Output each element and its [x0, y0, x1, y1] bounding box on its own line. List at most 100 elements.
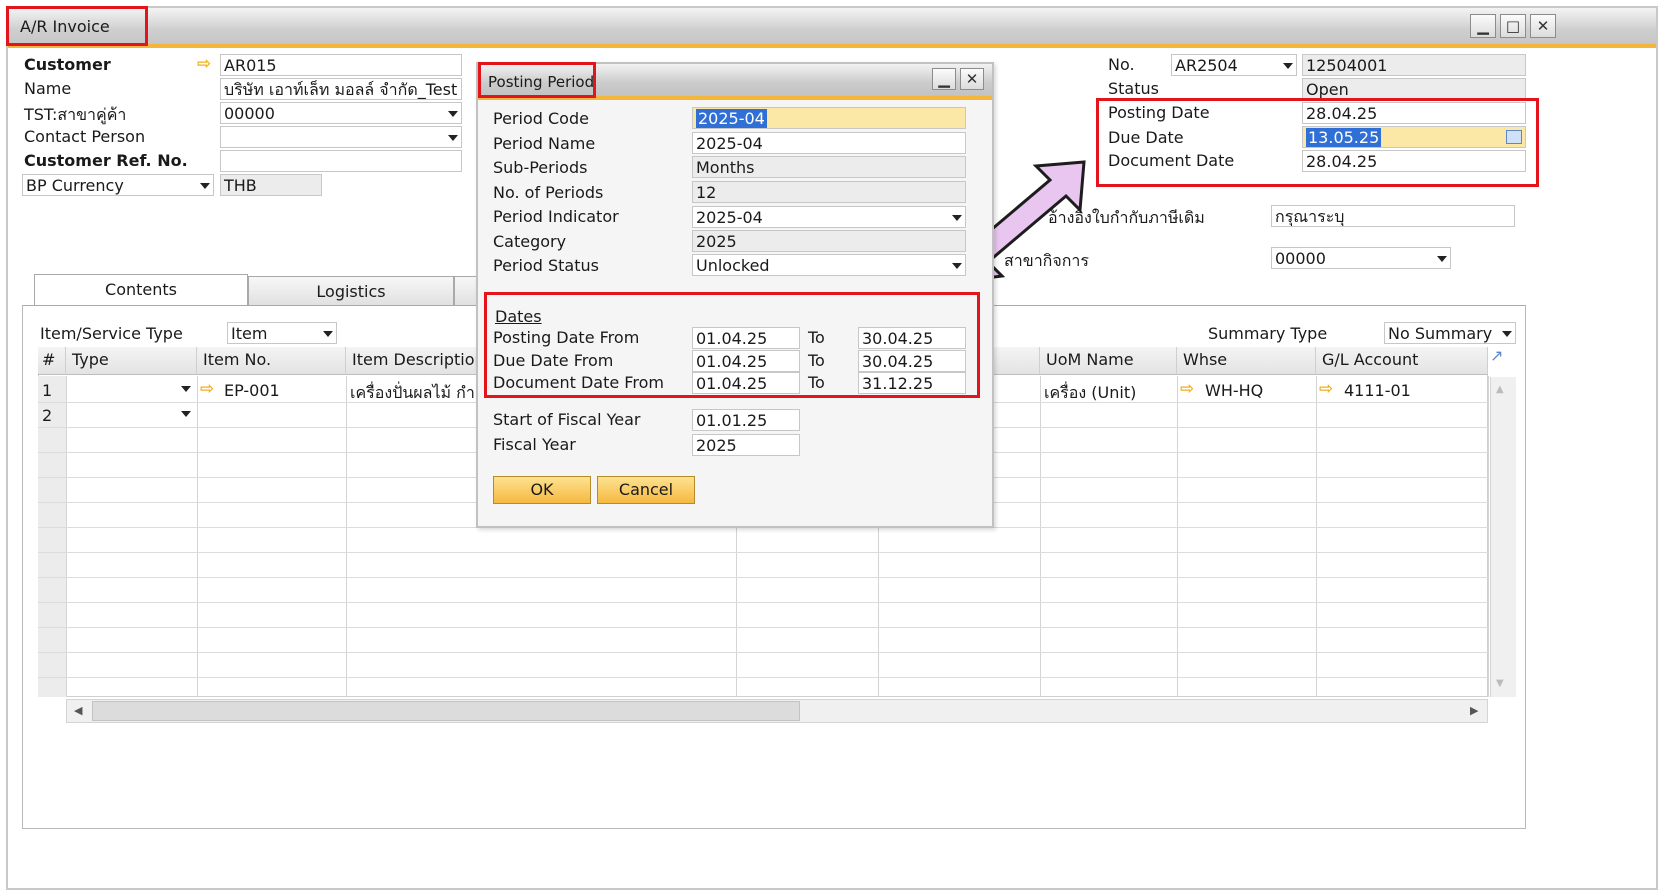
dialog-close-button[interactable]: ✕ — [960, 68, 984, 90]
row-uom[interactable]: เครื่อง (Unit) — [1044, 381, 1176, 406]
grid-divider — [1177, 376, 1178, 697]
series-value: AR2504 — [1175, 56, 1238, 75]
contact-person-label: Contact Person — [24, 127, 146, 146]
chevron-down-icon — [1502, 331, 1512, 337]
highlight-dates-section — [484, 292, 980, 398]
period-code-field[interactable]: 2025-04 — [692, 107, 966, 129]
fiscal-year-label: Fiscal Year — [493, 435, 576, 454]
col-header-gl-account[interactable]: G/L Account — [1316, 347, 1488, 375]
grid-divider — [346, 376, 347, 697]
col-header-whse[interactable]: Whse — [1177, 347, 1316, 375]
biz-branch-value: 00000 — [1275, 249, 1326, 268]
scroll-left-icon[interactable]: ◀ — [74, 704, 82, 717]
minimize-button[interactable]: ▁ — [1470, 14, 1496, 38]
no-label: No. — [1108, 55, 1135, 74]
highlight-window-title — [6, 6, 148, 46]
name-label: Name — [24, 79, 72, 98]
contact-person-select[interactable] — [220, 126, 462, 148]
fiscal-year-field[interactable]: 2025 — [692, 434, 800, 456]
status-field: Open — [1302, 78, 1526, 100]
fiscal-start-label: Start of Fiscal Year — [493, 410, 641, 429]
series-select[interactable]: AR2504 — [1171, 54, 1297, 76]
grid-row-line — [38, 602, 1488, 603]
chevron-down-icon[interactable] — [181, 386, 191, 392]
summary-type-value: No Summary — [1388, 324, 1493, 343]
maximize-button[interactable]: □ — [1500, 14, 1526, 38]
customer-label: Customer — [24, 55, 111, 74]
status-label: Status — [1108, 79, 1159, 98]
link-arrow-icon[interactable]: ⇨ — [1180, 379, 1194, 399]
row-number: 1 — [42, 381, 53, 400]
period-indicator-select[interactable]: 2025-04 — [692, 206, 966, 228]
customer-ref-label: Customer Ref. No. — [24, 151, 188, 170]
chevron-down-icon — [448, 111, 458, 117]
grid-row-line — [38, 552, 1488, 553]
vertical-scrollbar[interactable] — [1490, 377, 1516, 697]
num-periods-field: 12 — [692, 181, 966, 203]
tab-logistics[interactable]: Logistics — [248, 276, 454, 306]
horizontal-scroll-thumb[interactable] — [92, 701, 800, 721]
grid-row-line — [38, 577, 1488, 578]
row-gl-account[interactable]: 4111-01 — [1344, 381, 1411, 400]
biz-branch-select[interactable]: 00000 — [1271, 247, 1451, 269]
customer-field[interactable]: AR015 — [220, 54, 462, 76]
chevron-down-icon — [448, 135, 458, 141]
branch-label: TST:สาขาคู่ค้า — [24, 105, 127, 124]
sub-periods-label: Sub-Periods — [493, 158, 588, 177]
branch-select[interactable]: 00000 — [220, 102, 462, 124]
tab-more[interactable] — [454, 276, 478, 306]
period-name-label: Period Name — [493, 134, 596, 153]
item-type-select[interactable]: Item — [227, 322, 337, 344]
scroll-down-icon[interactable]: ▼ — [1496, 678, 1504, 689]
chevron-down-icon[interactable] — [181, 411, 191, 417]
chevron-down-icon — [1283, 63, 1293, 69]
ok-button[interactable]: OK — [493, 476, 591, 504]
cancel-button[interactable]: Cancel — [597, 476, 695, 504]
col-header-item-desc[interactable]: Item Description — [346, 347, 478, 375]
scroll-right-icon[interactable]: ▶ — [1470, 704, 1478, 717]
row-item-no[interactable]: EP-001 — [224, 381, 280, 400]
currency-select[interactable]: BP Currency — [22, 174, 214, 196]
item-type-value: Item — [231, 324, 268, 343]
fiscal-start-field[interactable]: 01.01.25 — [692, 409, 800, 431]
tab-contents[interactable]: Contents — [34, 274, 248, 306]
link-arrow-icon[interactable]: ⇨ — [200, 379, 214, 399]
expand-icon[interactable]: ↗ — [1490, 346, 1503, 365]
col-header-uom[interactable]: UoM Name — [1040, 347, 1177, 375]
dialog-minimize-button[interactable]: ▁ — [932, 68, 956, 90]
col-header-hidden[interactable] — [994, 347, 1040, 375]
category-label: Category — [493, 232, 567, 251]
window-titlebar: A/R Invoice ▁ □ ✕ — [8, 8, 1656, 48]
period-code-label: Period Code — [493, 109, 589, 128]
period-status-select[interactable]: Unlocked — [692, 254, 966, 276]
tax-ref-field[interactable]: กรุณาระบุ — [1271, 205, 1515, 227]
customer-ref-field[interactable] — [220, 150, 462, 172]
period-status-label: Period Status — [493, 256, 599, 275]
currency-field: THB — [220, 174, 322, 196]
link-arrow-icon[interactable]: ⇨ — [197, 54, 211, 74]
currency-label: BP Currency — [26, 176, 124, 195]
col-header-item-no[interactable]: Item No. — [197, 347, 346, 375]
grid-row-line — [38, 652, 1488, 653]
grid-row-line — [38, 677, 1488, 678]
period-name-field[interactable]: 2025-04 — [692, 132, 966, 154]
row-whse[interactable]: WH-HQ — [1205, 381, 1263, 400]
row-number: 2 — [42, 406, 53, 425]
period-indicator-value: 2025-04 — [696, 208, 763, 227]
col-header-num[interactable]: # — [38, 347, 66, 375]
chevron-down-icon — [952, 263, 962, 269]
grid-divider — [197, 376, 198, 697]
chevron-down-icon — [323, 331, 333, 337]
category-field: 2025 — [692, 230, 966, 252]
branch-value: 00000 — [224, 104, 275, 123]
close-button[interactable]: ✕ — [1530, 14, 1556, 38]
link-arrow-icon[interactable]: ⇨ — [1319, 379, 1333, 399]
num-periods-label: No. of Periods — [493, 183, 604, 202]
summary-type-label: Summary Type — [1208, 324, 1328, 343]
summary-type-select[interactable]: No Summary — [1384, 322, 1516, 344]
scroll-up-icon[interactable]: ▲ — [1496, 384, 1504, 395]
col-header-type[interactable]: Type — [66, 347, 197, 375]
row-item-desc[interactable]: เครื่องปั่นผลไม้ กำลั — [350, 381, 476, 406]
name-field[interactable]: บริษัท เอาท์เล็ท มอลล์ จำกัด_Test — [220, 78, 462, 100]
chevron-down-icon — [200, 183, 210, 189]
